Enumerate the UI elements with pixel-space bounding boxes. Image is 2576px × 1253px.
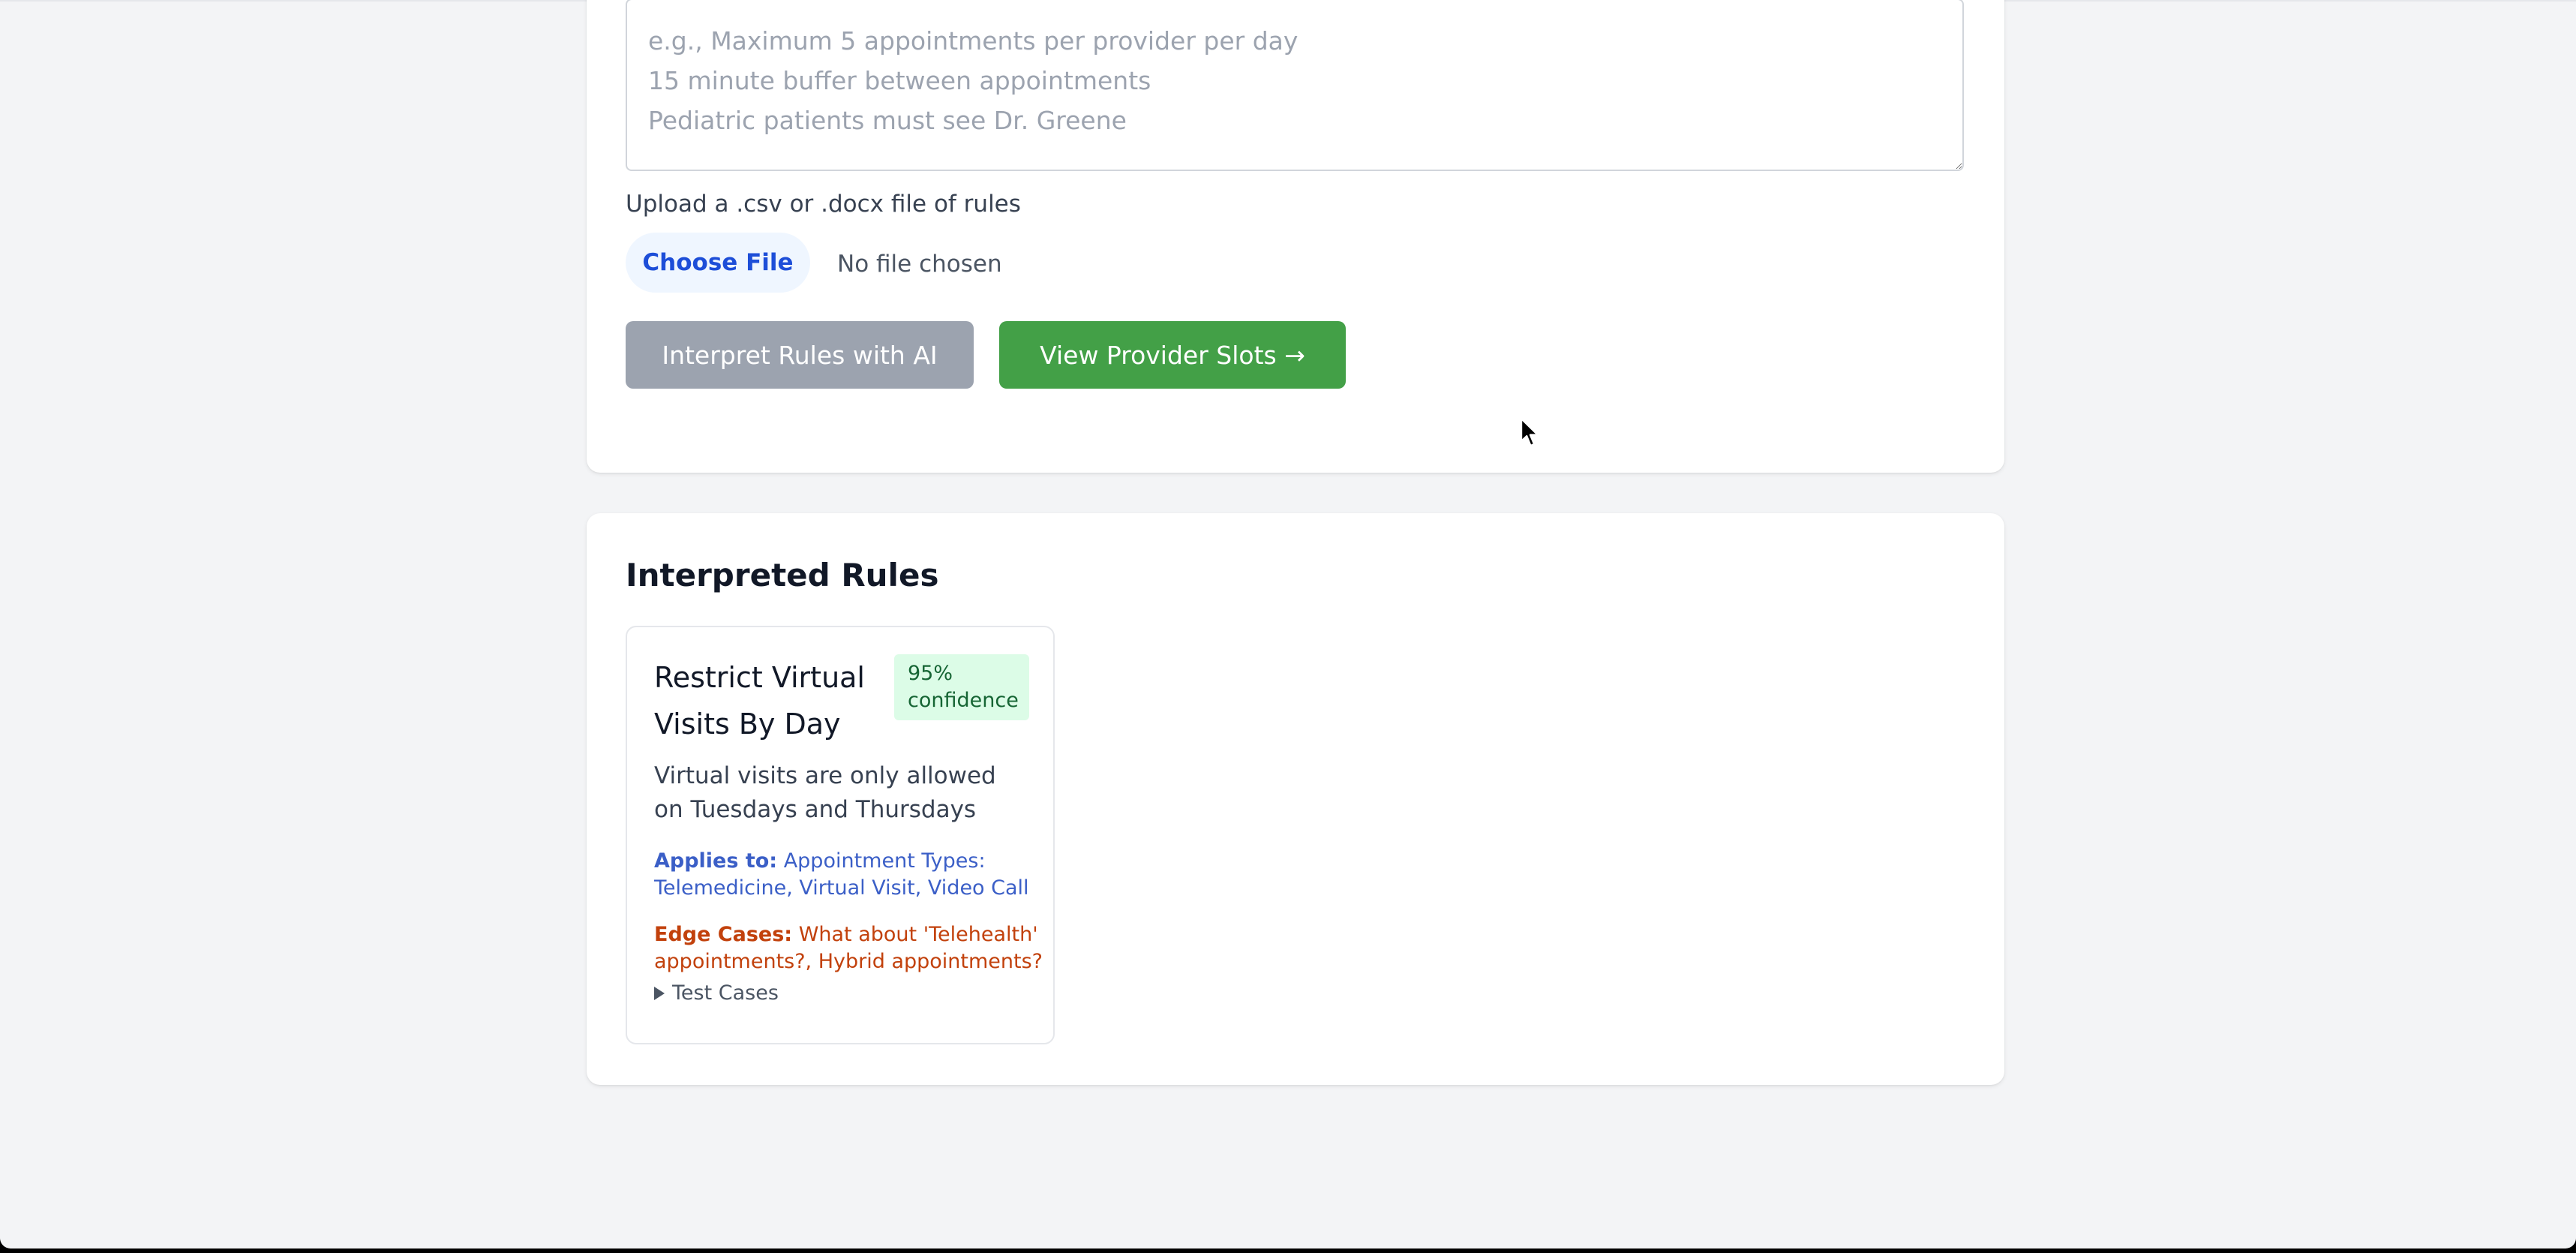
interpreted-rules-title: Interpreted Rules (626, 557, 939, 593)
applies-to-label: Applies to: (654, 849, 778, 873)
interpreted-rules-card: Interpreted Rules Restrict Virtual Visit… (587, 513, 2004, 1085)
rules-input-card: Upload a .csv or .docx file of rules Cho… (587, 0, 2004, 473)
rule-name: Restrict Virtual Visits By Day (654, 661, 865, 741)
triangle-right-icon (654, 987, 665, 1000)
rule-description: Virtual visits are only allowed on Tuesd… (654, 762, 996, 823)
mouse-pointer-icon (1520, 417, 1539, 447)
rule-card: Restrict Virtual Visits By Day 95% confi… (626, 626, 1055, 1044)
test-cases-toggle[interactable]: Test Cases (654, 981, 779, 1005)
choose-file-button[interactable]: Choose File (626, 233, 810, 293)
rule-applies-to: Applies to: Appointment Types: Telemedic… (654, 848, 1037, 902)
rule-edge-cases: Edge Cases: What about 'Telehealth' appo… (654, 921, 1044, 975)
file-status-text: No file chosen (837, 251, 1002, 278)
upload-label: Upload a .csv or .docx file of rules (626, 191, 1021, 218)
test-cases-label: Test Cases (672, 981, 779, 1005)
interpret-rules-button[interactable]: Interpret Rules with AI (626, 321, 974, 389)
rules-textarea[interactable] (626, 0, 1964, 171)
view-provider-slots-button[interactable]: View Provider Slots → (999, 321, 1346, 389)
app-viewport: Upload a .csv or .docx file of rules Cho… (0, 0, 2576, 1248)
edge-cases-label: Edge Cases: (654, 923, 793, 946)
confidence-badge: 95% confidence (894, 654, 1029, 720)
